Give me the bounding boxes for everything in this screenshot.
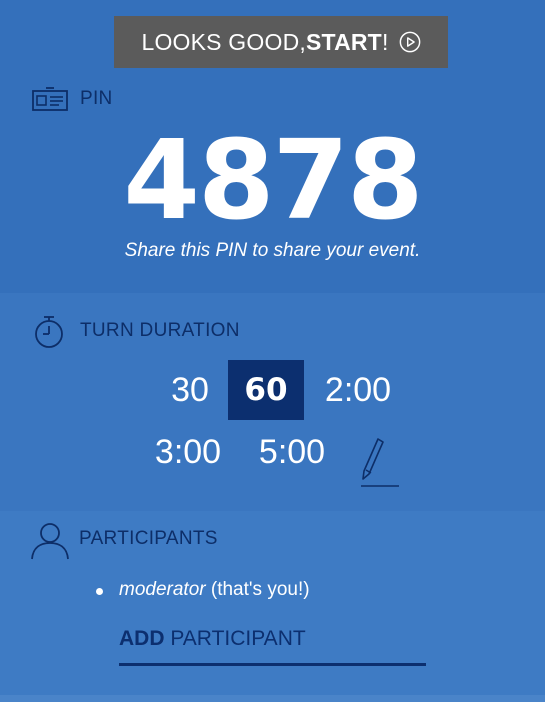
start-button-bold: START <box>305 28 382 55</box>
start-button-suffix: ! <box>381 28 389 55</box>
add-participant-rest: PARTICIPANT <box>164 627 306 650</box>
duration-option-30[interactable]: 30 <box>160 360 220 420</box>
looks-good-start-button[interactable]: LOOKS GOOD, START! <box>114 16 448 68</box>
pin-hint: Share this PIN to share your event. <box>124 240 421 261</box>
duration-option-60-selected[interactable]: 60 <box>228 360 304 420</box>
add-participant-button[interactable]: ADD PARTICIPANT <box>119 627 426 666</box>
participant-note: (that's you!) <box>205 579 310 600</box>
duration-option-3-00[interactable]: 3:00 <box>146 422 230 482</box>
bottom-section-edge <box>0 695 545 702</box>
person-icon <box>31 523 69 560</box>
id-card-icon <box>32 87 68 111</box>
participants-label: PARTICIPANTS <box>79 528 218 549</box>
pin-value: 4878 <box>123 116 423 244</box>
pencil-icon[interactable] <box>358 436 402 490</box>
add-participant-bold: ADD <box>119 627 165 650</box>
participant-item: moderator (that's you!) <box>119 579 310 601</box>
start-button-prefix: LOOKS GOOD, <box>141 28 306 55</box>
duration-option-2-00[interactable]: 2:00 <box>316 360 400 420</box>
participant-name: moderator <box>119 579 206 600</box>
duration-option-5-00[interactable]: 5:00 <box>250 422 334 482</box>
turn-duration-label: TURN DURATION <box>80 320 240 341</box>
list-bullet <box>96 588 103 595</box>
play-circle-icon <box>399 31 420 53</box>
pin-label: PIN <box>80 88 113 109</box>
stopwatch-icon <box>35 316 63 348</box>
